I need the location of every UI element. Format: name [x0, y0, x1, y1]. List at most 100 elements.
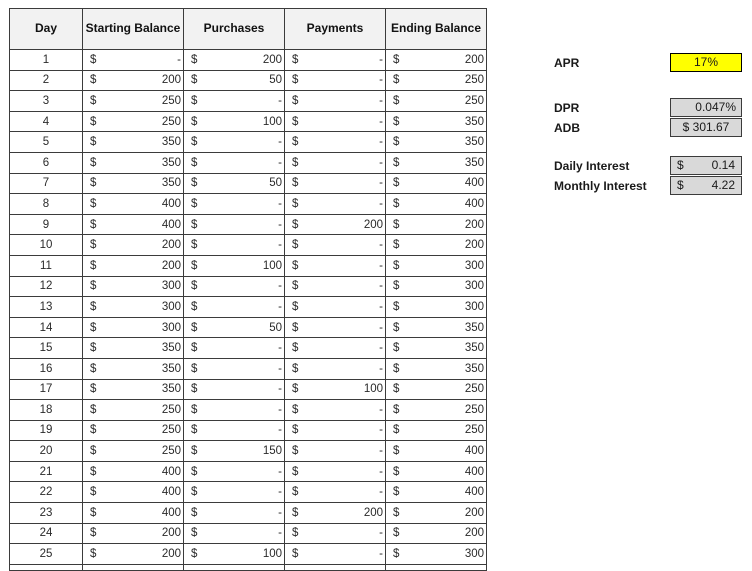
cell-day[interactable]: 15	[9, 337, 83, 359]
cell-starting-balance[interactable]: $400	[82, 460, 184, 483]
cell-payments[interactable]: $ -	[284, 460, 386, 483]
cell-starting-balance[interactable]: $350	[82, 151, 184, 174]
cell-ending-balance[interactable]: $250	[385, 69, 487, 92]
cell-ending-balance[interactable]: $350	[385, 110, 487, 133]
cell-day[interactable]: 17	[9, 378, 83, 401]
cell-day[interactable]: 12	[9, 275, 83, 298]
cell-purchases[interactable]: $200	[183, 49, 285, 71]
cell-purchases[interactable]: $100	[183, 110, 285, 133]
cell-purchases[interactable]: $50	[183, 316, 285, 339]
cell-payments[interactable]: $100	[284, 378, 386, 401]
cell-day[interactable]: 7	[9, 172, 83, 195]
cell-purchases[interactable]: $ -	[183, 296, 285, 318]
cell-starting-balance[interactable]: $200	[82, 234, 184, 256]
cell-payments[interactable]: $ -	[284, 193, 386, 215]
cell-starting-balance[interactable]: $250	[82, 419, 184, 442]
cell-ending-balance[interactable]: $400	[385, 193, 487, 215]
cell-payments[interactable]: $ -	[284, 316, 386, 339]
cell-purchases[interactable]: $ -	[183, 481, 285, 504]
cell-day[interactable]: 13	[9, 296, 83, 318]
cell-ending-balance[interactable]: $400	[385, 440, 487, 462]
cell-day[interactable]: 23	[9, 502, 83, 524]
cell-empty[interactable]	[284, 563, 386, 571]
cell-ending-balance[interactable]: $200	[385, 213, 487, 236]
cell-starting-balance[interactable]: $250	[82, 440, 184, 462]
cell-ending-balance[interactable]: $300	[385, 543, 487, 565]
cell-starting-balance[interactable]: $300	[82, 316, 184, 339]
cell-starting-balance[interactable]: $350	[82, 378, 184, 401]
cell-ending-balance[interactable]: $250	[385, 378, 487, 401]
cell-payments[interactable]: $ -	[284, 440, 386, 462]
cell-day[interactable]: 6	[9, 151, 83, 174]
cell-payments[interactable]: $ -	[284, 131, 386, 153]
cell-starting-balance[interactable]: $250	[82, 110, 184, 133]
cell-starting-balance[interactable]: $350	[82, 337, 184, 359]
cell-purchases[interactable]: $50	[183, 69, 285, 92]
cell-purchases[interactable]: $ -	[183, 460, 285, 483]
cell-purchases[interactable]: $ -	[183, 399, 285, 421]
dpr-value-box[interactable]: 0.047%	[670, 98, 742, 117]
cell-purchases[interactable]: $ -	[183, 337, 285, 359]
cell-purchases[interactable]: $ -	[183, 522, 285, 545]
cell-payments[interactable]: $ -	[284, 151, 386, 174]
cell-purchases[interactable]: $ -	[183, 193, 285, 215]
cell-payments[interactable]: $ -	[284, 399, 386, 421]
cell-starting-balance[interactable]: $300	[82, 296, 184, 318]
cell-payments[interactable]: $ -	[284, 419, 386, 442]
cell-ending-balance[interactable]: $200	[385, 234, 487, 256]
cell-ending-balance[interactable]: $400	[385, 460, 487, 483]
cell-starting-balance[interactable]: $400	[82, 213, 184, 236]
cell-day[interactable]: 21	[9, 460, 83, 483]
cell-empty[interactable]	[82, 563, 184, 571]
cell-day[interactable]: 22	[9, 481, 83, 504]
cell-starting-balance[interactable]: $200	[82, 543, 184, 565]
cell-purchases[interactable]: $150	[183, 440, 285, 462]
cell-purchases[interactable]: $50	[183, 172, 285, 195]
cell-ending-balance[interactable]: $350	[385, 337, 487, 359]
cell-day[interactable]: 20	[9, 440, 83, 462]
cell-payments[interactable]: $200	[284, 502, 386, 524]
cell-payments[interactable]: $ -	[284, 172, 386, 195]
cell-ending-balance[interactable]: $250	[385, 419, 487, 442]
cell-payments[interactable]: $ -	[284, 357, 386, 380]
cell-starting-balance[interactable]: $250	[82, 399, 184, 421]
cell-ending-balance[interactable]: $350	[385, 316, 487, 339]
cell-day[interactable]: 9	[9, 213, 83, 236]
cell-ending-balance[interactable]: $200	[385, 502, 487, 524]
cell-starting-balance[interactable]: $350	[82, 172, 184, 195]
cell-ending-balance[interactable]: $250	[385, 90, 487, 112]
cell-empty[interactable]	[9, 563, 83, 571]
cell-day[interactable]: 25	[9, 543, 83, 565]
cell-ending-balance[interactable]: $300	[385, 275, 487, 298]
cell-starting-balance[interactable]: $200	[82, 69, 184, 92]
cell-payments[interactable]: $ -	[284, 110, 386, 133]
cell-purchases[interactable]: $ -	[183, 378, 285, 401]
cell-payments[interactable]: $ -	[284, 296, 386, 318]
cell-day[interactable]: 4	[9, 110, 83, 133]
cell-purchases[interactable]: $ -	[183, 90, 285, 112]
cell-purchases[interactable]: $ -	[183, 419, 285, 442]
cell-payments[interactable]: $200	[284, 213, 386, 236]
cell-ending-balance[interactable]: $400	[385, 172, 487, 195]
cell-ending-balance[interactable]: $200	[385, 49, 487, 71]
cell-payments[interactable]: $ -	[284, 481, 386, 504]
cell-ending-balance[interactable]: $300	[385, 254, 487, 277]
cell-purchases[interactable]: $ -	[183, 357, 285, 380]
cell-ending-balance[interactable]: $300	[385, 296, 487, 318]
cell-ending-balance[interactable]: $350	[385, 357, 487, 380]
cell-day[interactable]: 10	[9, 234, 83, 256]
cell-purchases[interactable]: $ -	[183, 502, 285, 524]
cell-day[interactable]: 11	[9, 254, 83, 277]
cell-purchases[interactable]: $ -	[183, 131, 285, 153]
cell-payments[interactable]: $ -	[284, 543, 386, 565]
cell-starting-balance[interactable]: $250	[82, 90, 184, 112]
monthly-interest-value-box[interactable]: $ 4.22	[670, 176, 742, 195]
cell-day[interactable]: 16	[9, 357, 83, 380]
cell-purchases[interactable]: $ -	[183, 213, 285, 236]
cell-starting-balance[interactable]: $200	[82, 254, 184, 277]
cell-purchases[interactable]: $100	[183, 254, 285, 277]
cell-payments[interactable]: $ -	[284, 49, 386, 71]
cell-starting-balance[interactable]: $350	[82, 131, 184, 153]
cell-day[interactable]: 18	[9, 399, 83, 421]
cell-day[interactable]: 19	[9, 419, 83, 442]
